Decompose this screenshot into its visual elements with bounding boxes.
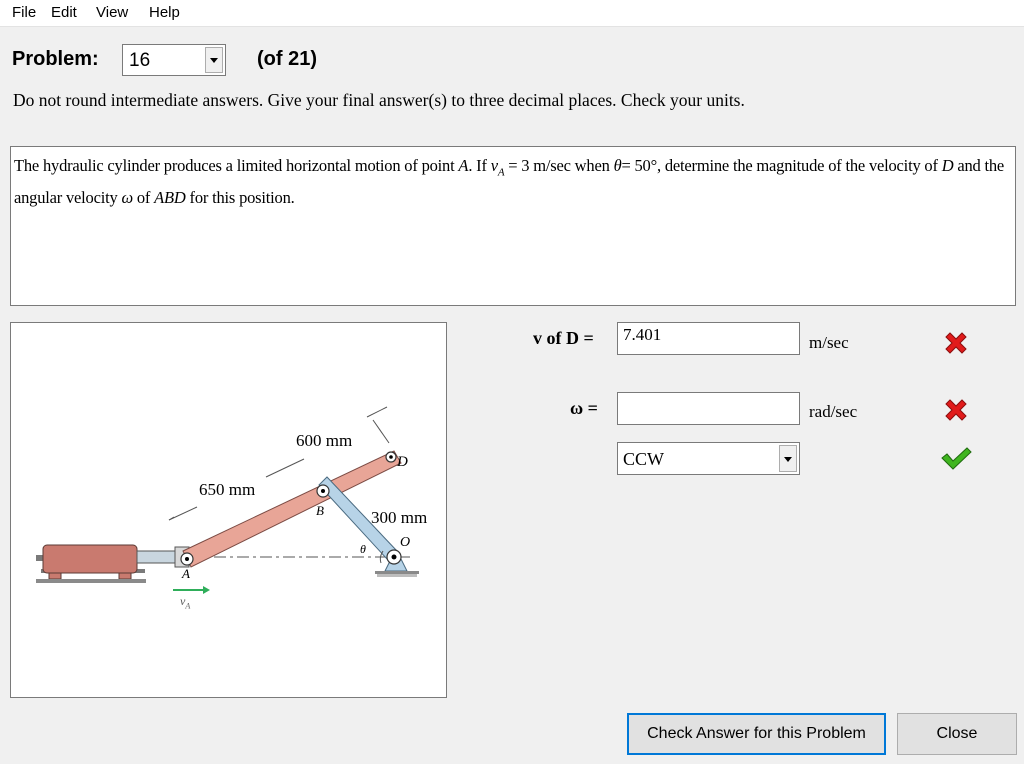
problem-label: Problem: <box>12 48 99 70</box>
piston-rod <box>136 550 182 564</box>
problem-count: (of 21) <box>257 48 317 70</box>
velocity-label: vA <box>180 594 191 611</box>
check-icon <box>941 447 972 470</box>
menu-edit[interactable]: Edit <box>51 4 77 21</box>
menu-view[interactable]: View <box>96 4 128 21</box>
dim-600-label: 600 mm <box>296 431 353 450</box>
direction-value: CCW <box>623 449 665 469</box>
dim-600-line <box>265 458 305 478</box>
menu-help[interactable]: Help <box>149 4 180 21</box>
chevron-down-icon[interactable] <box>779 445 797 472</box>
link-abd <box>182 450 402 568</box>
close-button[interactable]: Close <box>897 713 1017 755</box>
menu-bar: File Edit View Help <box>0 0 1024 27</box>
problem-statement-box: The hydraulic cylinder produces a limite… <box>10 146 1016 306</box>
theta-label: θ <box>360 542 366 556</box>
x-icon <box>945 332 967 354</box>
figure-panel: 600 mm 650 mm 300 mm D B O A θ vA <box>10 322 447 698</box>
velocity-d-input[interactable]: 7.401 <box>617 322 800 355</box>
x-icon <box>945 399 967 421</box>
omega-input[interactable] <box>617 392 800 425</box>
dim-300-label: 300 mm <box>371 508 428 527</box>
menu-file[interactable]: File <box>12 4 36 21</box>
problem-number: 16 <box>129 50 151 71</box>
cylinder-body <box>42 544 138 574</box>
point-o-label: O <box>400 535 411 550</box>
omega-unit: rad/sec <box>809 402 858 421</box>
instructions: Do not round intermediate answers. Give … <box>13 90 745 110</box>
chevron-down-icon[interactable] <box>205 47 223 73</box>
problem-select[interactable]: 16 <box>122 44 226 76</box>
problem-text: The hydraulic cylinder produces a limite… <box>14 156 1005 208</box>
velocity-d-label: v of D = <box>533 328 594 348</box>
direction-select[interactable]: CCW <box>617 442 800 475</box>
omega-label: ω = <box>570 398 598 418</box>
point-d-label: D <box>397 454 408 470</box>
point-a-label: A <box>182 566 190 581</box>
check-answer-button[interactable]: Check Answer for this Problem <box>627 713 886 755</box>
point-b-label: B <box>316 503 324 518</box>
velocity-d-unit: m/sec <box>809 333 849 352</box>
dim-650-label: 650 mm <box>199 480 256 499</box>
